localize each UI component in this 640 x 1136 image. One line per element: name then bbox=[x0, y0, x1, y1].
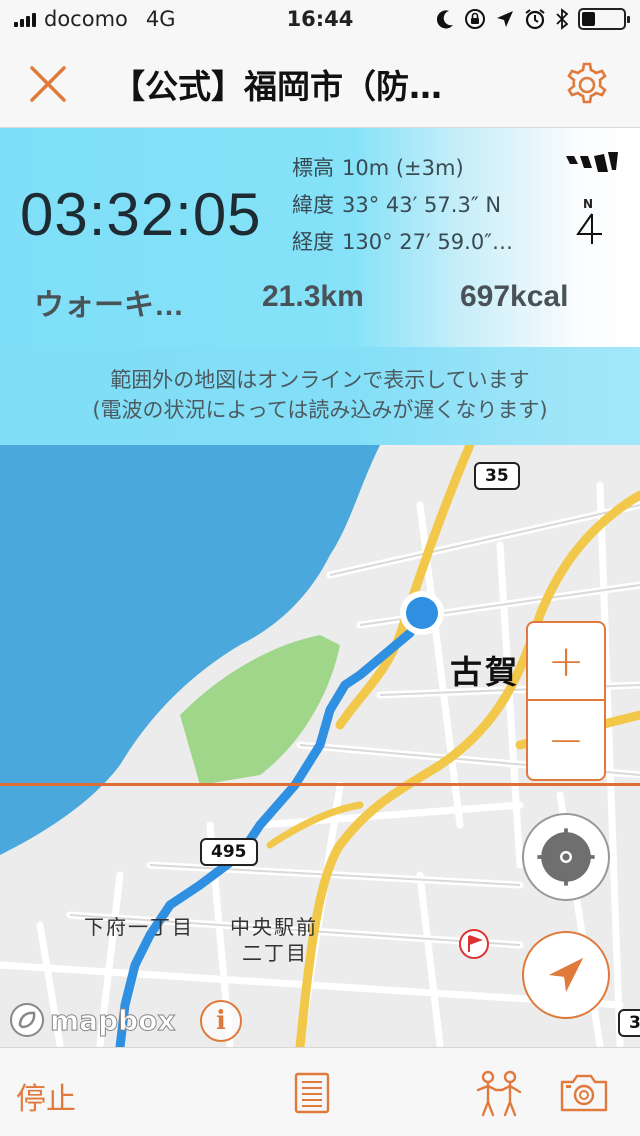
status-bar: docomo 4G 16:44 bbox=[0, 0, 640, 40]
elapsed-timer: 03:32:05 bbox=[20, 181, 262, 248]
city-label: 古賀 bbox=[450, 653, 521, 691]
place-label-chuoekimae: 中央駅前 bbox=[230, 915, 318, 939]
mapbox-attribution[interactable]: mapbox bbox=[8, 1001, 176, 1039]
camera-icon[interactable] bbox=[558, 1072, 610, 1114]
stop-button[interactable]: 停止 bbox=[16, 1074, 76, 1118]
road-shield-35: 35 bbox=[474, 462, 520, 490]
mapbox-logo-icon bbox=[10, 1003, 44, 1037]
mapbox-wordmark: mapbox bbox=[49, 1003, 176, 1037]
zoom-in-button[interactable]: + bbox=[528, 623, 604, 701]
zoom-out-button[interactable]: − bbox=[528, 701, 604, 779]
navigation-bar: 【公式】福岡市（防… bbox=[0, 40, 640, 128]
navigate-arrow-button[interactable] bbox=[522, 931, 610, 1019]
rotation-lock-icon bbox=[465, 9, 485, 29]
altitude-label: 標高 bbox=[292, 156, 334, 180]
bluetooth-icon bbox=[556, 8, 569, 30]
latitude-value: 33° 43′ 57.3″ N bbox=[342, 193, 502, 217]
group-icon[interactable] bbox=[474, 1068, 524, 1118]
page-title: 【公式】福岡市（防… bbox=[112, 67, 442, 106]
zoom-controls: + − bbox=[526, 621, 606, 781]
location-arrow-icon bbox=[497, 11, 513, 27]
alarm-icon bbox=[525, 9, 545, 30]
road-shield-495: 495 bbox=[200, 838, 258, 866]
moon-icon bbox=[437, 10, 453, 29]
map-view[interactable]: 35 495 35 古賀 下府一丁目 中央駅前 二丁目 + − mapbox i bbox=[0, 445, 640, 1047]
latitude-row: 緯度 33° 43′ 57.3″ N bbox=[292, 189, 501, 219]
place-label-nichome: 二丁目 bbox=[242, 941, 308, 965]
signal-strength-icon bbox=[566, 152, 618, 172]
list-icon[interactable] bbox=[294, 1072, 330, 1114]
notice-line-2: (電波の状況によっては読み込みが遅くなります) bbox=[92, 398, 548, 422]
online-map-notice: 範囲外の地図はオンラインで表示しています (電波の状況によっては読み込みが遅くな… bbox=[0, 347, 640, 445]
altitude-row: 標高 10m (±3m) bbox=[292, 152, 464, 182]
gear-icon[interactable] bbox=[562, 60, 612, 110]
tracking-info-panel: 03:32:05 標高 10m (±3m) 緯度 33° 43′ 57.3″ N 経… bbox=[0, 128, 640, 445]
altitude-value: 10m (±3m) bbox=[342, 156, 464, 180]
place-label-shimofu: 下府一丁目 bbox=[84, 915, 194, 939]
longitude-value: 130° 27′ 59.0″… bbox=[342, 230, 514, 254]
road-shield-35-edge: 35 bbox=[618, 1009, 640, 1037]
distance-value: 21.3km bbox=[262, 280, 364, 313]
map-info-button[interactable]: i bbox=[200, 1000, 242, 1042]
compass-north-label: N bbox=[583, 197, 594, 211]
bottom-toolbar: 停止 bbox=[0, 1047, 640, 1136]
calories-value: 697kcal bbox=[460, 280, 569, 313]
notice-line-1: 範囲外の地図はオンラインで表示しています bbox=[110, 368, 530, 392]
boundary-line bbox=[0, 783, 640, 786]
longitude-row: 経度 130° 27′ 59.0″… bbox=[292, 226, 513, 256]
latitude-label: 緯度 bbox=[292, 193, 334, 217]
gps-target-button[interactable] bbox=[522, 813, 610, 901]
status-right bbox=[437, 8, 630, 30]
longitude-label: 経度 bbox=[292, 230, 334, 254]
close-icon[interactable] bbox=[26, 62, 70, 106]
activity-type[interactable]: ウォーキ… bbox=[34, 280, 184, 324]
flag-icon[interactable] bbox=[458, 928, 490, 960]
battery-icon bbox=[578, 8, 630, 30]
compass-icon bbox=[576, 213, 602, 244]
